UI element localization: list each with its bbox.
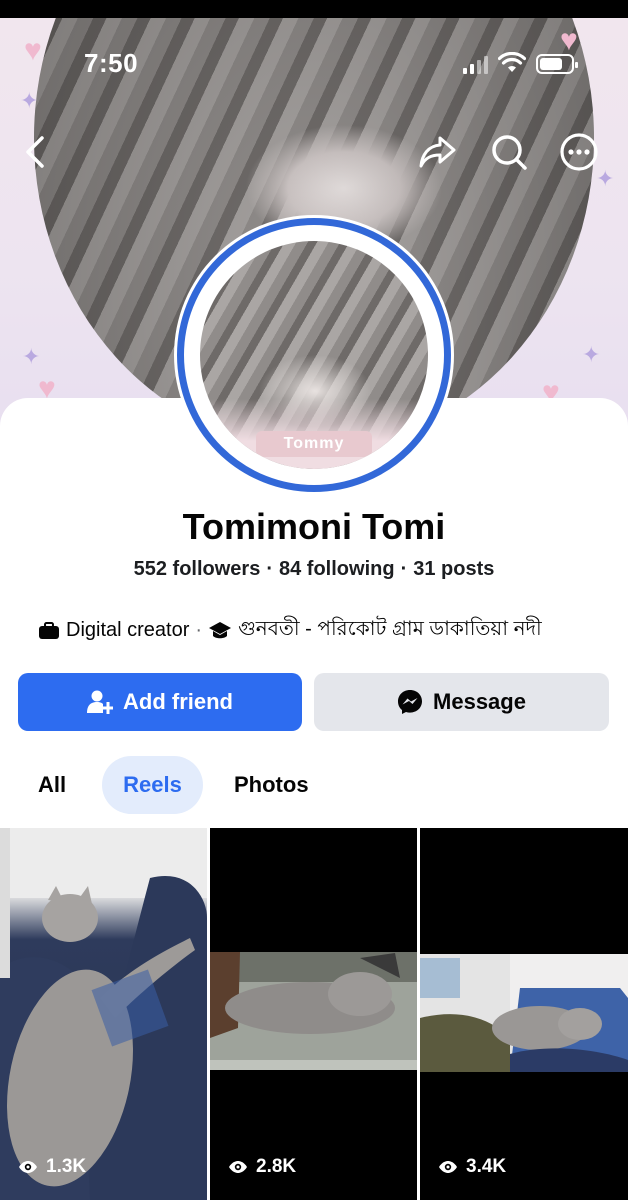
add-friend-label: Add friend [123, 689, 233, 714]
more-button[interactable] [559, 132, 599, 172]
sparkle-decoration: ✦ [582, 342, 601, 367]
eye-icon [229, 1161, 247, 1173]
tab-reels[interactable]: Reels [102, 756, 203, 814]
messenger-icon [398, 690, 423, 714]
following-count[interactable]: 84 following [279, 558, 395, 580]
search-icon [492, 135, 527, 170]
profile-picture[interactable]: Tommy [177, 218, 451, 492]
bio-education: গুনবতী - পরিকোট গ্রাম ডাকাতিয়া নদী [238, 618, 542, 640]
reel-view-count: 2.8K [256, 1156, 297, 1177]
followers-count[interactable]: 552 followers [134, 558, 261, 580]
reel-view-count: 3.4K [466, 1156, 507, 1177]
avatar-image: Tommy [200, 241, 428, 469]
more-icon [560, 133, 598, 171]
back-icon [26, 136, 44, 168]
status-icons [463, 52, 578, 74]
profile-name: Tomimoni Tomi [182, 506, 446, 547]
wifi-icon [498, 52, 526, 72]
reel-thumbnail [210, 952, 417, 1070]
reel-views: 1.3K [18, 1156, 86, 1178]
profile-screen: ♥ ♥ ♥ ♥ ✦ ✦ ✦ ✦ 7:50 Tommy Tomimoni Tomi… [0, 0, 628, 1200]
search-button[interactable] [489, 132, 529, 172]
eye-icon [439, 1161, 457, 1173]
bio-category: Digital creator [66, 619, 190, 641]
message-button[interactable]: Message [314, 673, 609, 731]
reel-thumbnail [0, 828, 207, 1200]
heart-decoration: ♥ [24, 34, 42, 67]
content-tabs: All Reels Photos [0, 756, 628, 814]
status-time: 7:50 [84, 48, 139, 78]
avatar-tag: Tommy [256, 431, 372, 457]
battery-icon [536, 54, 578, 74]
posts-count: 31 posts [413, 558, 495, 580]
message-label: Message [433, 689, 526, 714]
back-button[interactable] [16, 132, 56, 172]
add-friend-button[interactable]: Add friend [18, 673, 302, 731]
signal-icon [463, 56, 488, 74]
separator-dot: · [195, 619, 203, 641]
eye-icon [19, 1161, 37, 1173]
tab-all[interactable]: All [38, 756, 66, 814]
profile-bio: Digital creator · গুনবতী - পরিকোট গ্রাম … [38, 614, 542, 647]
reel-thumbnail [420, 954, 628, 1072]
reels-grid: 1.3K 2.8K 3.4K [0, 828, 628, 1200]
graduation-cap-icon [209, 621, 232, 638]
reel-item[interactable]: 3.4K [420, 828, 628, 1200]
reel-views: 2.8K [228, 1156, 296, 1178]
separator-dot: · [266, 558, 273, 580]
sparkle-decoration: ✦ [20, 88, 39, 113]
profile-stats: 552 followers · 84 following · 31 posts [0, 558, 628, 581]
separator-dot: · [400, 558, 408, 580]
tab-photos[interactable]: Photos [234, 756, 309, 814]
reel-view-count: 1.3K [46, 1156, 87, 1177]
briefcase-icon [39, 621, 59, 639]
sparkle-decoration: ✦ [22, 344, 41, 369]
reel-item[interactable]: 1.3K [0, 828, 207, 1200]
top-strip [0, 0, 628, 18]
share-icon [419, 136, 456, 168]
reel-views: 3.4K [438, 1156, 506, 1178]
reel-item[interactable]: 2.8K [210, 828, 417, 1200]
share-button[interactable] [418, 132, 458, 172]
add-friend-icon [87, 690, 113, 714]
